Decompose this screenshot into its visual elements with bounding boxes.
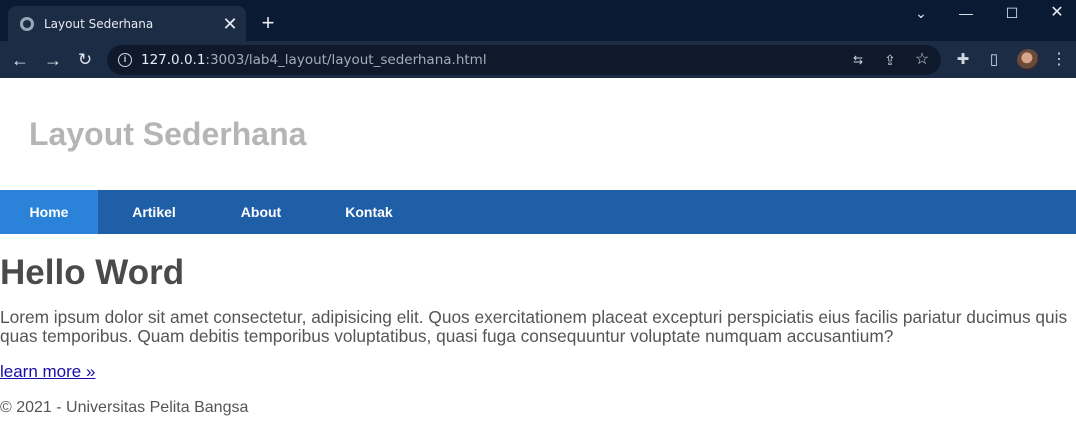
site-header: Layout Sederhana	[0, 78, 1076, 190]
chevron-down-icon[interactable]: ⌄	[898, 0, 944, 28]
forward-arrow-icon[interactable]: →	[40, 47, 66, 73]
tab-close-icon[interactable]: ✕	[220, 14, 240, 34]
browser-titlebar: Layout Sederhana ✕ + ⌄ — ☐ ✕	[0, 0, 1076, 41]
nav-item-about[interactable]: About	[210, 190, 312, 234]
site-info-icon[interactable]: i	[118, 53, 132, 67]
extensions-icon[interactable]: ✚	[952, 49, 974, 71]
site-title: Layout Sederhana	[29, 116, 307, 152]
close-window-button[interactable]: ✕	[1034, 0, 1076, 28]
learn-more-link[interactable]: learn more »	[0, 362, 95, 382]
content-heading: Hello Word	[0, 253, 185, 292]
maximize-button[interactable]: ☐	[989, 0, 1035, 28]
globe-icon	[20, 16, 34, 31]
nav-item-kontak[interactable]: Kontak	[312, 190, 426, 234]
page-viewport: Layout Sederhana Home Artikel About Kont…	[0, 78, 1076, 432]
url-path: :3003/lab4_layout/layout_sederhana.html	[205, 52, 487, 68]
content-paragraph: Lorem ipsum dolor sit amet consectetur, …	[0, 307, 1068, 346]
url-host: 127.0.0.1	[141, 52, 206, 68]
reload-icon[interactable]: ↻	[72, 47, 98, 73]
minimize-button[interactable]: —	[943, 0, 989, 28]
url-text[interactable]: 127.0.0.1:3003/lab4_layout/layout_sederh…	[141, 52, 487, 68]
new-tab-button[interactable]: +	[256, 12, 280, 36]
side-panel-icon[interactable]: ▯	[983, 49, 1005, 71]
address-bar[interactable]: i 127.0.0.1:3003/lab4_layout/layout_sede…	[107, 45, 941, 75]
bookmark-star-icon[interactable]: ☆	[912, 50, 932, 70]
translate-icon[interactable]: ⇆	[848, 50, 868, 70]
nav-item-artikel[interactable]: Artikel	[98, 190, 210, 234]
main-navigation: Home Artikel About Kontak	[0, 190, 1076, 234]
nav-item-home[interactable]: Home	[0, 190, 98, 234]
back-arrow-icon[interactable]: ←	[7, 47, 33, 73]
kebab-menu-icon[interactable]: ⋮	[1048, 49, 1070, 71]
share-icon[interactable]: ⇪	[880, 50, 900, 70]
browser-toolbar: ← → ↻ i 127.0.0.1:3003/lab4_layout/layou…	[0, 41, 1076, 78]
tab-title: Layout Sederhana	[44, 16, 154, 31]
profile-avatar[interactable]	[1017, 49, 1039, 71]
footer-copyright: © 2021 - Universitas Pelita Bangsa	[0, 399, 249, 416]
browser-tab[interactable]: Layout Sederhana ✕	[8, 6, 246, 41]
